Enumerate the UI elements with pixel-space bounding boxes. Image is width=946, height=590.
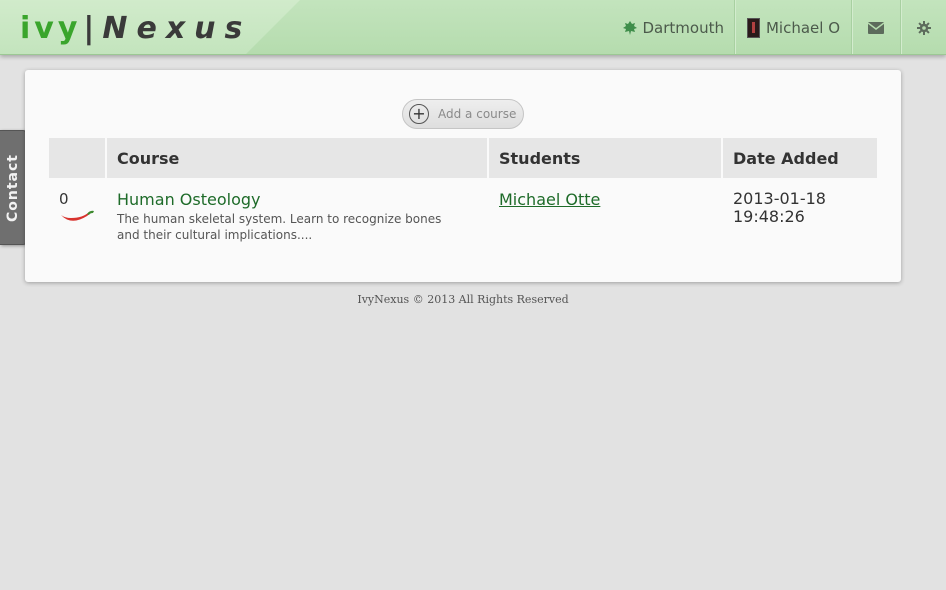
plus-circle-icon: + xyxy=(409,104,429,124)
avatar xyxy=(746,17,760,38)
students-cell: Michael Otte xyxy=(489,178,721,243)
mail-icon xyxy=(868,21,884,34)
course-description: The human skeletal system. Learn to reco… xyxy=(117,212,442,242)
column-header-course[interactable]: Course xyxy=(107,138,487,178)
leaf-icon xyxy=(623,20,638,35)
school-link[interactable]: Dartmouth xyxy=(622,0,733,54)
courses-panel: + Add a course Course Students Date Adde… xyxy=(25,70,901,282)
messages-button[interactable] xyxy=(851,0,900,54)
school-name: Dartmouth xyxy=(642,18,724,37)
add-course-label: Add a course xyxy=(438,107,517,121)
gear-icon xyxy=(916,20,931,35)
logo-nexus: Nexus xyxy=(102,10,252,46)
logo-separator: | xyxy=(83,10,95,46)
table-row: 0 Human Osteology The human skeletal sys… xyxy=(49,178,877,243)
logo[interactable]: ivy | Nexus xyxy=(20,8,251,48)
courses-table: Course Students Date Added 0 Human Osteo… xyxy=(47,138,879,243)
course-cell: Human Osteology The human skeletal syste… xyxy=(107,178,487,243)
rating-value: 0 xyxy=(59,190,69,208)
course-title-link[interactable]: Human Osteology xyxy=(117,190,487,209)
nav-right: Dartmouth Michael O xyxy=(622,0,946,54)
logo-ivy: ivy xyxy=(20,10,82,46)
user-name: Michael O xyxy=(765,18,840,37)
column-header-students[interactable]: Students xyxy=(489,138,721,178)
table-header-row: Course Students Date Added xyxy=(49,138,877,178)
date-added-date: 2013-01-18 xyxy=(733,189,826,208)
rating-cell: 0 xyxy=(49,178,105,243)
contact-tab-label: Contact xyxy=(5,153,21,222)
student-link[interactable]: Michael Otte xyxy=(499,190,600,209)
add-course-button[interactable]: + Add a course xyxy=(402,99,524,129)
chili-pepper-icon xyxy=(61,210,94,221)
contact-tab[interactable]: Contact xyxy=(0,130,27,245)
column-header-rating xyxy=(49,138,105,178)
date-added-time: 19:48:26 xyxy=(733,207,805,226)
column-header-date-added[interactable]: Date Added xyxy=(723,138,877,178)
settings-button[interactable] xyxy=(900,0,946,54)
date-added-cell: 2013-01-18 19:48:26 xyxy=(723,178,877,243)
footer: IvyNexus © 2013 All Rights Reserved xyxy=(357,293,569,306)
user-menu[interactable]: Michael O xyxy=(733,0,851,54)
top-navbar: ivy | Nexus Dartmouth Michael O xyxy=(0,0,946,55)
